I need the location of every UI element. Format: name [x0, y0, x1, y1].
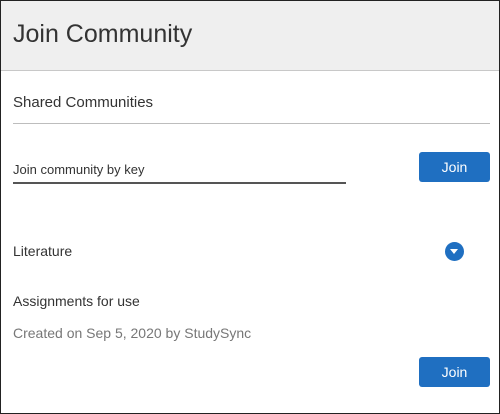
join-community-dialog: Join Community Shared Communities Join L…	[0, 0, 500, 414]
chevron-down-icon	[450, 249, 458, 254]
join-by-key-button[interactable]: Join	[419, 152, 490, 182]
join-community-button[interactable]: Join	[419, 357, 490, 387]
community-key-input[interactable]	[13, 156, 346, 184]
community-created-info: Created on Sep 5, 2020 by StudySync	[13, 325, 252, 341]
expand-community-button[interactable]	[445, 242, 464, 261]
dialog-header: Join Community	[1, 1, 499, 71]
community-name: Literature	[13, 243, 73, 259]
section-divider	[13, 123, 490, 124]
shared-communities-heading: Shared Communities	[13, 94, 154, 111]
dialog-title: Join Community	[13, 20, 193, 48]
community-description: Assignments for use	[13, 293, 140, 309]
